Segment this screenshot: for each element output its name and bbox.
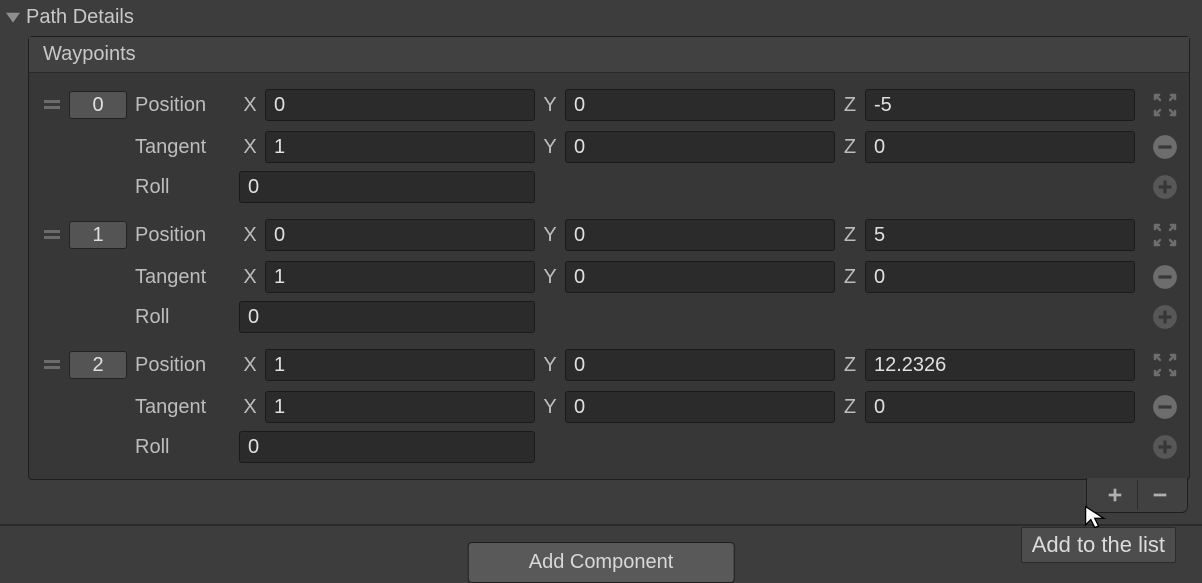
value-input-z[interactable] (865, 89, 1135, 121)
axis-label-z[interactable]: Z (839, 136, 861, 159)
axis-label-z[interactable]: Z (839, 94, 861, 117)
insert-waypoint-button[interactable] (1151, 303, 1179, 331)
vector-row: TangentX Y Z (39, 127, 1179, 167)
path-details-header[interactable]: Path Details (0, 0, 1202, 32)
tooltip: Add to the list (1021, 527, 1176, 563)
value-input-x[interactable] (265, 261, 535, 293)
axis-label-y[interactable]: Y (539, 94, 561, 117)
row-label: Position (131, 94, 235, 117)
add-component-button[interactable]: Add Component (468, 542, 735, 583)
section-title: Path Details (26, 6, 134, 29)
vector-row: 1PositionX Y Z (39, 215, 1179, 255)
axis-label-y[interactable]: Y (539, 266, 561, 289)
vector-row: TangentX Y Z (39, 257, 1179, 297)
value-input-y[interactable] (565, 89, 835, 121)
value-input-y[interactable] (565, 131, 835, 163)
waypoint-index[interactable]: 2 (69, 351, 127, 379)
waypoint-2: 2PositionX Y Z TangentX Y Z Roll (29, 341, 1189, 471)
roll-input[interactable] (239, 171, 535, 203)
roll-row: Roll (39, 167, 1179, 207)
axis-label-y[interactable]: Y (539, 136, 561, 159)
insert-waypoint-button[interactable] (1151, 173, 1179, 201)
value-input-x[interactable] (265, 219, 535, 251)
waypoints-body: 0PositionXYZTangentXYZRoll1PositionXYZTa… (29, 73, 1189, 479)
axis-label-x[interactable]: X (239, 136, 261, 159)
axis-label-x[interactable]: X (239, 94, 261, 117)
axis-label-z[interactable]: Z (839, 224, 861, 247)
list-remove-button[interactable] (1137, 480, 1181, 510)
vector-row: 2PositionX Y Z (39, 345, 1179, 385)
row-label: Tangent (131, 266, 235, 289)
axis-label-y[interactable]: Y (539, 396, 561, 419)
roll-row: Roll (39, 297, 1179, 337)
axis-label-y[interactable]: Y (539, 224, 561, 247)
value-input-y[interactable] (565, 219, 835, 251)
waypoints-panel: Waypoints 0PositionXYZTangentXYZRoll1Pos… (28, 36, 1190, 480)
value-input-y[interactable] (565, 349, 835, 381)
value-input-x[interactable] (265, 349, 535, 381)
remove-waypoint-button[interactable] (1151, 393, 1179, 421)
list-footer-buttons (1086, 478, 1188, 513)
value-input-x[interactable] (265, 131, 535, 163)
axis-label-z[interactable]: Z (839, 266, 861, 289)
row-label: Tangent (131, 136, 235, 159)
axis-label-z[interactable]: Z (839, 396, 861, 419)
row-label: Position (131, 354, 235, 377)
value-input-x[interactable] (265, 391, 535, 423)
frame-waypoint-button[interactable] (1151, 91, 1179, 119)
axis-label-x[interactable]: X (239, 224, 261, 247)
roll-input[interactable] (239, 431, 535, 463)
axis-label-x[interactable]: X (239, 266, 261, 289)
divider (0, 524, 1202, 526)
vector-row: TangentX Y Z (39, 387, 1179, 427)
drag-handle-icon[interactable] (39, 99, 65, 111)
frame-waypoint-button[interactable] (1151, 221, 1179, 249)
waypoint-index[interactable]: 1 (69, 221, 127, 249)
row-label: Roll (131, 176, 235, 199)
vector-row: 0PositionX Y Z (39, 85, 1179, 125)
axis-label-z[interactable]: Z (839, 354, 861, 377)
waypoints-header[interactable]: Waypoints (29, 37, 1189, 73)
value-input-z[interactable] (865, 349, 1135, 381)
list-footer (28, 480, 1190, 516)
value-input-z[interactable] (865, 391, 1135, 423)
drag-handle-icon[interactable] (39, 359, 65, 371)
waypoints-title: Waypoints (43, 43, 136, 65)
row-label: Tangent (131, 396, 235, 419)
roll-row: Roll (39, 427, 1179, 467)
axis-label-y[interactable]: Y (539, 354, 561, 377)
waypoint-index[interactable]: 0 (69, 91, 127, 119)
foldout-icon[interactable] (6, 10, 20, 24)
axis-label-x[interactable]: X (239, 354, 261, 377)
value-input-y[interactable] (565, 261, 835, 293)
value-input-y[interactable] (565, 391, 835, 423)
row-label: Roll (131, 436, 235, 459)
axis-label-x[interactable]: X (239, 396, 261, 419)
remove-waypoint-button[interactable] (1151, 133, 1179, 161)
row-label: Position (131, 224, 235, 247)
value-input-z[interactable] (865, 131, 1135, 163)
waypoint-0: 0PositionX Y Z TangentX Y Z Roll (29, 81, 1189, 211)
list-add-button[interactable] (1093, 480, 1137, 510)
insert-waypoint-button[interactable] (1151, 433, 1179, 461)
value-input-x[interactable] (265, 89, 535, 121)
value-input-z[interactable] (865, 261, 1135, 293)
value-input-z[interactable] (865, 219, 1135, 251)
drag-handle-icon[interactable] (39, 229, 65, 241)
row-label: Roll (131, 306, 235, 329)
waypoint-1: 1PositionX Y Z TangentX Y Z Roll (29, 211, 1189, 341)
roll-input[interactable] (239, 301, 535, 333)
remove-waypoint-button[interactable] (1151, 263, 1179, 291)
frame-waypoint-button[interactable] (1151, 351, 1179, 379)
